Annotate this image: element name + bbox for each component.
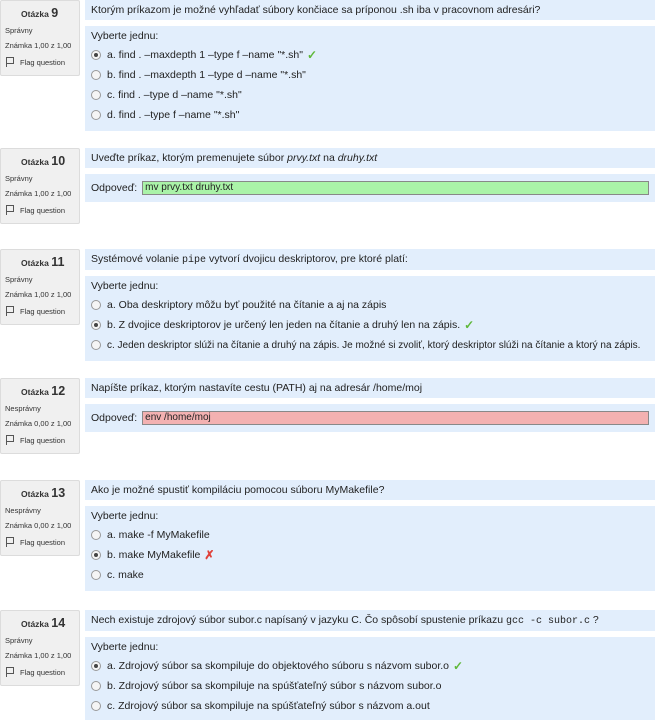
check-icon: ✓ [464, 318, 475, 332]
flag-question-link[interactable]: Flag question [5, 537, 75, 547]
option-a[interactable]: a. Zdrojový súbor sa skompiluje do objek… [91, 656, 649, 676]
option-b[interactable]: b. find . –maxdepth 1 –type d –name "*.s… [91, 65, 649, 85]
flag-question-link[interactable]: Flag question [5, 306, 75, 316]
flag-question-link[interactable]: Flag question [5, 435, 75, 445]
question-info: Otázka 14 Správny Známka 1,00 z 1,00 Fla… [0, 610, 80, 686]
option-b[interactable]: b. make MyMakefile ✗ [91, 545, 649, 565]
option-c[interactable]: c. Zdrojový súbor sa skompiluje na spúšť… [91, 696, 649, 716]
question-content: Ako je možné spustiť kompiláciu pomocou … [85, 480, 655, 591]
radio-button[interactable] [91, 340, 101, 350]
question-content: Nech existuje zdrojový súbor subor.c nap… [85, 610, 655, 720]
question-number: Otázka 12 [21, 384, 66, 398]
question-grade: Známka 0,00 z 1,00 [5, 521, 72, 530]
radio-button[interactable] [91, 681, 101, 691]
question-grade: Známka 1,00 z 1,00 [5, 41, 72, 50]
flag-icon [5, 205, 15, 215]
answer-box: Odpoveď: mv prvy.txt druhy.txt [85, 174, 655, 202]
question-info: Otázka 11 Správny Známka 1,00 z 1,00 Fla… [0, 249, 80, 325]
check-icon: ✓ [453, 659, 464, 673]
option-a[interactable]: a. Oba deskriptory môžu byť použité na č… [91, 295, 649, 315]
radio-button[interactable] [91, 90, 101, 100]
question-number: Otázka 13 [21, 486, 66, 500]
select-one-prompt: Vyberte jednu: [91, 510, 159, 522]
radio-button[interactable] [91, 570, 101, 580]
question-info: Otázka 12 Nesprávny Známka 0,00 z 1,00 F… [0, 378, 80, 454]
radio-button[interactable] [91, 701, 101, 711]
select-one-prompt: Vyberte jednu: [91, 641, 159, 653]
question-grade: Známka 0,00 z 1,00 [5, 419, 72, 428]
question-content: Systémové volanie pipe vytvorí dvojicu d… [85, 249, 655, 361]
option-a[interactable]: a. find . –maxdepth 1 –type f –name "*.s… [91, 45, 649, 65]
select-one-prompt: Vyberte jednu: [91, 280, 159, 292]
check-icon: ✓ [307, 48, 318, 62]
answer-box: Odpoveď: env /home/moj [85, 404, 655, 432]
cross-icon: ✗ [204, 548, 215, 562]
select-one-prompt: Vyberte jednu: [91, 30, 159, 42]
question-info: Otázka 13 Nesprávny Známka 0,00 z 1,00 F… [0, 480, 80, 556]
radio-button[interactable] [91, 300, 101, 310]
option-c[interactable]: c. find . –type d –name "*.sh" [91, 85, 649, 105]
question-text: Uveďte príkaz, ktorým premenujete súbor … [85, 148, 655, 168]
option-a[interactable]: a. make -f MyMakefile [91, 525, 649, 545]
question-text: Napíšte príkaz, ktorým nastavíte cestu (… [85, 378, 655, 398]
question-number: Otázka 10 [21, 154, 66, 168]
question-grade: Známka 1,00 z 1,00 [5, 651, 72, 660]
question-text: Ktorým príkazom je možné vyhľadať súbory… [85, 0, 655, 20]
radio-button[interactable] [91, 550, 101, 560]
question-number: Otázka 14 [21, 616, 66, 630]
option-c[interactable]: c. make [91, 565, 649, 585]
radio-button[interactable] [91, 530, 101, 540]
flag-question-link[interactable]: Flag question [5, 205, 75, 215]
question-content: Napíšte príkaz, ktorým nastavíte cestu (… [85, 378, 655, 432]
response-row: Odpoveď: env /home/moj [91, 404, 649, 432]
radio-button[interactable] [91, 50, 101, 60]
flag-icon [5, 667, 15, 677]
question-text: Ako je možné spustiť kompiláciu pomocou … [85, 480, 655, 500]
question-state: Nesprávny [5, 506, 41, 515]
radio-button[interactable] [91, 110, 101, 120]
answer-box: Vyberte jednu: a. find . –maxdepth 1 –ty… [85, 26, 655, 131]
option-d[interactable]: d. find . –type f –name "*.sh" [91, 105, 649, 125]
question-state: Správny [5, 275, 33, 284]
radio-button[interactable] [91, 70, 101, 80]
question-content: Uveďte príkaz, ktorým premenujete súbor … [85, 148, 655, 202]
question-number: Otázka 11 [21, 255, 65, 269]
answer-label: Odpoveď: [91, 182, 138, 194]
question-content: Ktorým príkazom je možné vyhľadať súbory… [85, 0, 655, 131]
answer-box: Vyberte jednu: a. Zdrojový súbor sa skom… [85, 637, 655, 720]
question-state: Nesprávny [5, 404, 41, 413]
answer-field[interactable]: env /home/moj [142, 411, 649, 425]
question-state: Správny [5, 174, 33, 183]
flag-icon [5, 435, 15, 445]
answer-label: Odpoveď: [91, 412, 138, 424]
flag-question-link[interactable]: Flag question [5, 57, 75, 67]
option-b[interactable]: b. Zdrojový súbor sa skompiluje na spúšť… [91, 676, 649, 696]
question-info: Otázka 10 Správny Známka 1,00 z 1,00 Fla… [0, 148, 80, 224]
option-b[interactable]: b. Z dvojice deskriptorov je určený len … [91, 315, 649, 335]
question-grade: Známka 1,00 z 1,00 [5, 189, 72, 198]
answer-box: Vyberte jednu: a. Oba deskriptory môžu b… [85, 276, 655, 361]
question-state: Správny [5, 636, 33, 645]
answer-box: Vyberte jednu: a. make -f MyMakefile b. … [85, 506, 655, 591]
response-row: Odpoveď: mv prvy.txt druhy.txt [91, 174, 649, 202]
flag-question-link[interactable]: Flag question [5, 667, 75, 677]
question-info: Otázka 9 Správny Známka 1,00 z 1,00 Flag… [0, 0, 80, 76]
radio-button[interactable] [91, 320, 101, 330]
flag-icon [5, 537, 15, 547]
flag-icon [5, 57, 15, 67]
question-number: Otázka 9 [21, 6, 59, 20]
radio-button[interactable] [91, 661, 101, 671]
answer-field[interactable]: mv prvy.txt druhy.txt [142, 181, 649, 195]
question-text: Nech existuje zdrojový súbor subor.c nap… [85, 610, 655, 631]
question-grade: Známka 1,00 z 1,00 [5, 290, 72, 299]
question-state: Správny [5, 26, 33, 35]
flag-icon [5, 306, 15, 316]
option-c[interactable]: c. Jeden deskriptor slúži na čítanie a d… [91, 335, 649, 355]
question-text: Systémové volanie pipe vytvorí dvojicu d… [85, 249, 655, 270]
